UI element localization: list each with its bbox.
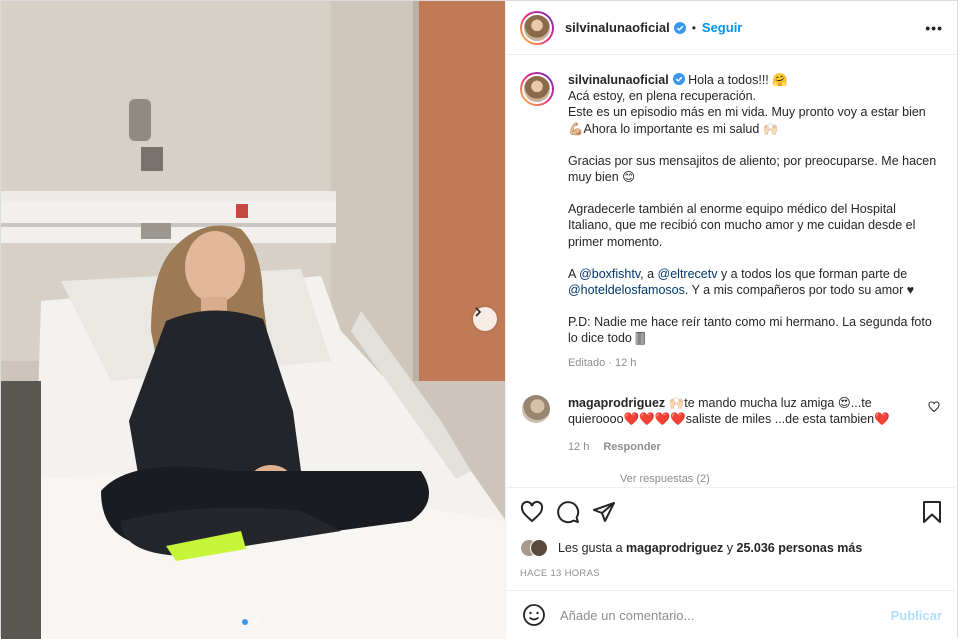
comment-body: magaprodriguez 🙌🏻te mando mucha luz amig…: [568, 395, 918, 456]
carousel-dot: [252, 619, 258, 625]
likes-prefix: Les gusta a: [557, 541, 627, 555]
caption-paragraph-3: Agradecerle también al enorme equipo méd…: [567, 202, 916, 249]
caption-author-avatar[interactable]: [519, 72, 554, 106]
liker-username[interactable]: magaprodriguez: [626, 541, 723, 555]
follow-button[interactable]: Seguir: [702, 20, 742, 35]
liker-avatar: [529, 539, 548, 557]
separator-bullet: •: [691, 20, 696, 35]
hospital-photo-illustration: [1, 1, 505, 639]
mention-link[interactable]: @hoteldelosfamosos: [568, 283, 685, 297]
post-header: silvinalunaoficial • Seguir •••: [505, 1, 957, 55]
caption-line-3: Este es un episodio más en mi vida. Muy …: [567, 105, 926, 136]
likes-count[interactable]: 25.036 personas más: [737, 541, 863, 555]
emoji-smile-icon[interactable]: [522, 603, 546, 627]
commenter-username[interactable]: magaprodriguez: [568, 396, 665, 410]
comment-bubble-icon[interactable]: [556, 500, 580, 524]
likes-text: Les gusta a magaprodriguez y 25.036 pers…: [558, 541, 862, 555]
post-actions: Les gusta a magaprodriguez y 25.036 pers…: [505, 487, 958, 579]
commenter-avatar[interactable]: [521, 394, 550, 423]
reply-button[interactable]: Responder: [603, 441, 660, 453]
author-avatar[interactable]: [519, 10, 554, 45]
verified-badge-icon: [672, 73, 685, 85]
caption-paragraph-5: P.D: Nadie me hace reír tanto como mi he…: [567, 315, 932, 346]
author-username[interactable]: silvinalunaoficial: [565, 20, 670, 35]
caption-paragraph-2: Gracias por sus mensajitos de aliento; p…: [567, 153, 937, 185]
share-paper-plane-icon[interactable]: [592, 500, 616, 524]
comment-input[interactable]: [559, 607, 891, 623]
view-replies-link[interactable]: Ver respuestas (2): [620, 473, 942, 485]
comment-time: 12 h: [567, 441, 590, 454]
mention-link[interactable]: @boxfishtv: [579, 267, 640, 281]
instagram-post: silvinalunaoficial • Seguir ••• silvinal…: [0, 0, 958, 639]
post-timestamp[interactable]: HACE 13 HORAS: [520, 568, 944, 579]
save-bookmark-icon[interactable]: [920, 500, 944, 524]
caption-text-fragment: , a: [640, 266, 658, 281]
post-sidebar: silvinalunaoficial • Seguir ••• silvinal…: [504, 1, 958, 639]
chevron-right-icon: [475, 307, 482, 317]
next-photo-button[interactable]: [473, 307, 497, 331]
verified-badge-icon: [673, 21, 686, 34]
likes-middle: y: [723, 541, 737, 555]
like-heart-icon[interactable]: [520, 500, 544, 524]
action-icons-bar: [520, 488, 944, 536]
mention-link[interactable]: @eltrecetv: [658, 267, 718, 281]
caption-text: silvinalunaoficial Hola a todos!!! 🤗 Acá…: [568, 72, 942, 371]
caption-greeting: Hola a todos!!! 🤗: [688, 73, 788, 87]
post-photo[interactable]: [1, 1, 505, 639]
caption-line-2: Acá estoy, en plena recuperación.: [567, 89, 757, 104]
likes-summary: Les gusta a magaprodriguez y 25.036 pers…: [519, 538, 944, 558]
like-comment-heart-icon[interactable]: [928, 401, 940, 413]
comments-scroll-area[interactable]: silvinalunaoficial Hola a todos!!! 🤗 Acá…: [506, 56, 958, 487]
carousel-indicator: [242, 619, 258, 625]
caption-text-fragment: y a todos los que forman parte de: [717, 266, 908, 281]
caption-username[interactable]: silvinalunaoficial: [568, 73, 669, 87]
more-options-icon[interactable]: •••: [925, 20, 943, 36]
comment-item: magaprodriguez 🙌🏻te mando mucha luz amig…: [520, 394, 942, 456]
caption-edited-time: Editado · 12 h: [567, 356, 637, 369]
post-caption: silvinalunaoficial Hola a todos!!! 🤗 Acá…: [519, 72, 942, 371]
caption-text-fragment: . Y a mis compañeros por todo su amor ♥: [684, 283, 915, 298]
comment-meta: 12 h Responder: [568, 439, 918, 455]
caption-text-fragment: A: [567, 266, 580, 281]
publish-button[interactable]: Publicar: [891, 608, 942, 623]
carousel-dot-active: [242, 619, 248, 625]
caption-paragraph-4: A @boxfishtv, a @eltrecetv y a todos los…: [568, 266, 942, 298]
liker-avatars: [519, 538, 550, 558]
add-comment-bar: Publicar: [505, 590, 958, 639]
